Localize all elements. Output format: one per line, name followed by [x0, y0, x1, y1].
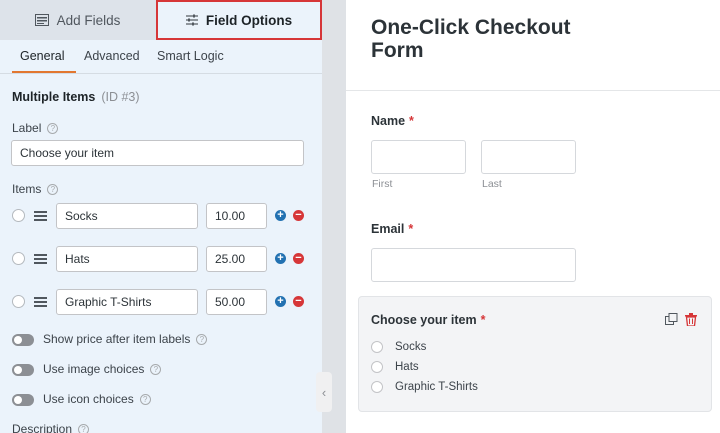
drag-handle-icon[interactable] — [34, 254, 47, 264]
choice-radio[interactable] — [371, 341, 383, 353]
choice-option-label: Hats — [395, 361, 419, 373]
required-mark: * — [408, 222, 414, 236]
form-title: One-Click Checkout Form — [371, 16, 571, 62]
last-sublabel: Last — [482, 178, 502, 190]
subtab-advanced[interactable]: Advanced — [84, 49, 140, 63]
subtabs: General Advanced Smart Logic — [0, 40, 322, 74]
item-name-input[interactable]: Graphic T-Shirts — [56, 289, 198, 315]
toggle-image-choices-row: Use image choices ? — [43, 362, 162, 376]
item-name-input[interactable]: Socks — [56, 203, 198, 229]
label-heading: Label — [12, 121, 42, 135]
tab-add-fields[interactable]: Add Fields — [0, 0, 155, 40]
choice-field-label: Choose your item * — [371, 313, 485, 327]
last-name-input[interactable] — [481, 140, 576, 174]
item-price-input[interactable]: 50.00 — [206, 289, 267, 315]
label-input[interactable]: Choose your item — [11, 140, 304, 166]
email-field-label: Email * — [371, 222, 413, 236]
toggle-icon-choices[interactable] — [12, 394, 34, 406]
plus-circle-icon[interactable]: + — [275, 296, 286, 307]
help-circle-icon[interactable]: ? — [196, 333, 208, 345]
description-heading: Description — [12, 422, 73, 433]
toggle-icon-choices-row: Use icon choices ? — [43, 392, 151, 406]
item-price-input[interactable]: 25.00 — [206, 246, 267, 272]
choice-option[interactable]: Socks — [371, 341, 426, 353]
active-subtab-indicator — [12, 71, 76, 73]
description-heading-row: Description ? — [12, 422, 90, 433]
list-icon — [34, 14, 49, 26]
item-price-input[interactable]: 10.00 — [206, 203, 267, 229]
tab-field-options[interactable]: Field Options — [156, 0, 322, 40]
duplicate-icon[interactable] — [665, 313, 678, 331]
toggle-show-price-row: Show price after item labels ? — [43, 332, 208, 346]
toggle-icon-choices-label: Use icon choices — [43, 392, 134, 406]
first-sublabel: First — [372, 178, 393, 190]
item-default-radio[interactable] — [12, 295, 25, 308]
items-heading-row: Items ? — [12, 182, 59, 196]
choice-label-text: Choose your item — [371, 313, 477, 327]
help-circle-icon[interactable]: ? — [150, 363, 162, 375]
drag-handle-icon[interactable] — [34, 211, 47, 221]
required-mark: * — [480, 313, 486, 327]
item-name-input[interactable]: Hats — [56, 246, 198, 272]
item-default-radio[interactable] — [12, 209, 25, 222]
toggle-show-price[interactable] — [12, 334, 34, 346]
choice-option-label: Socks — [395, 341, 427, 353]
help-circle-icon[interactable]: ? — [47, 122, 59, 134]
toggle-image-choices[interactable] — [12, 364, 34, 376]
plus-circle-icon[interactable]: + — [275, 210, 286, 221]
subtab-smart-logic[interactable]: Smart Logic — [157, 49, 224, 63]
field-type-name: Multiple Items — [12, 90, 96, 104]
field-id: (ID #3) — [101, 90, 140, 104]
field-options-panel: Add Fields Field Options General Advance… — [0, 0, 322, 433]
sliders-icon — [185, 14, 198, 26]
choice-option[interactable]: Graphic T-Shirts — [371, 381, 478, 393]
choice-radio[interactable] — [371, 381, 383, 393]
tab-add-fields-label: Add Fields — [56, 12, 121, 28]
tab-field-options-label: Field Options — [205, 12, 293, 28]
form-preview: One-Click Checkout Form Name * First Last… — [346, 0, 720, 433]
email-label-text: Email — [371, 222, 405, 236]
name-field-label: Name * — [371, 114, 414, 128]
help-circle-icon[interactable]: ? — [139, 393, 151, 405]
email-input[interactable] — [371, 248, 576, 282]
chevron-left-icon[interactable]: ‹ — [316, 372, 332, 412]
toggle-show-price-label: Show price after item labels — [43, 332, 191, 346]
panel-tabbar: Add Fields Field Options — [0, 0, 322, 40]
help-circle-icon[interactable]: ? — [47, 183, 59, 195]
toggle-image-choices-label: Use image choices — [43, 362, 145, 376]
minus-circle-icon[interactable]: − — [293, 253, 304, 264]
items-heading: Items — [12, 182, 42, 196]
choice-radio[interactable] — [371, 361, 383, 373]
help-circle-icon[interactable]: ? — [78, 423, 90, 433]
drag-handle-icon[interactable] — [34, 297, 47, 307]
required-mark: * — [409, 114, 414, 128]
plus-circle-icon[interactable]: + — [275, 253, 286, 264]
name-label-text: Name — [371, 114, 406, 128]
panel-divider — [322, 0, 346, 433]
choice-option-label: Graphic T-Shirts — [395, 381, 478, 393]
subtab-general[interactable]: General — [20, 49, 64, 63]
field-type-title: Multiple Items (ID #3) — [12, 90, 140, 104]
item-default-radio[interactable] — [12, 252, 25, 265]
minus-circle-icon[interactable]: − — [293, 210, 304, 221]
trash-icon[interactable] — [685, 313, 697, 331]
choice-option[interactable]: Hats — [371, 361, 419, 373]
selected-field-card[interactable]: Choose your item * Socks Hats Graphic T-S… — [358, 296, 712, 412]
label-heading-row: Label ? — [12, 121, 59, 135]
first-name-input[interactable] — [371, 140, 466, 174]
title-divider — [346, 90, 720, 91]
minus-circle-icon[interactable]: − — [293, 296, 304, 307]
